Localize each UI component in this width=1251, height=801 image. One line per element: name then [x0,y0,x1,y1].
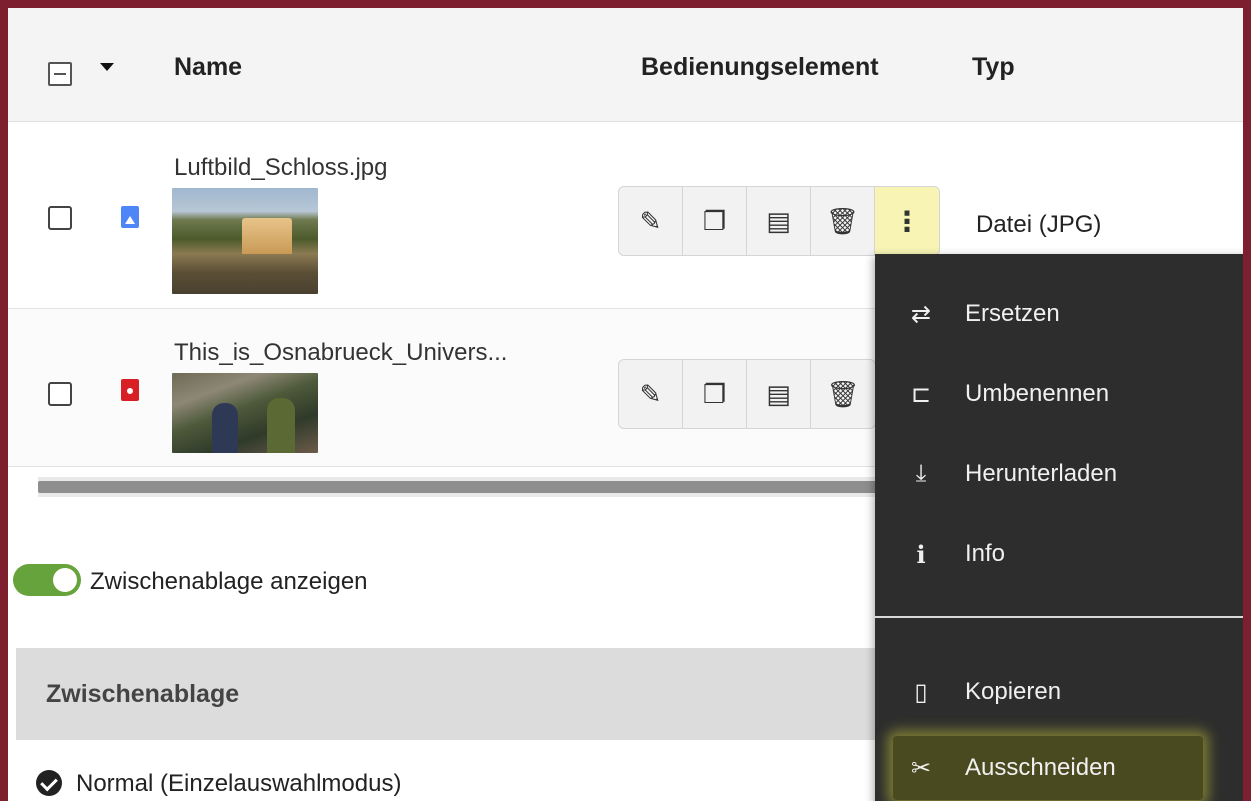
column-header-control: Bedienungselement [641,53,879,81]
menu-item-label: Kopieren [965,678,1062,705]
download-icon: ⤓ [915,460,927,487]
pencil-icon[interactable]: ✎ [619,187,683,255]
menu-divider [875,616,1243,618]
row-checkbox[interactable] [48,206,72,230]
file-name[interactable]: This_is_Osnabrueck_Univers... [174,339,507,367]
menu-item-info[interactable]: i Info [875,522,1243,586]
more-vertical-icon[interactable]: ⋮ [875,187,939,255]
menu-item-copy[interactable]: ▯ Kopieren [875,660,1243,724]
file-thumbnail[interactable] [172,188,318,294]
preview-icon[interactable]: ▤ [747,360,811,428]
table-header: Name Bedienungselement Typ [8,8,1243,122]
menu-item-label: Ausschneiden [965,754,1116,781]
trash-icon[interactable]: 🗑 [811,187,875,255]
menu-item-cut[interactable]: ✂ Ausschneiden [893,736,1203,800]
video-file-icon [121,379,139,401]
action-button-group: ✎ ❐ ▤ 🗑 [618,359,876,429]
menu-item-label: Herunterladen [965,460,1118,487]
replace-icon: ⇄ [910,300,932,328]
check-circle-icon[interactable] [36,770,62,796]
toggle-knob [53,568,77,592]
column-header-name[interactable]: Name [174,53,242,82]
clipboard-toggle[interactable] [13,564,81,596]
action-button-group: ✎ ❐ ▤ 🗑 ⋮ [618,186,940,256]
image-file-icon [121,206,139,228]
menu-item-rename[interactable]: ⊏ Umbenennen [875,362,1243,426]
select-all-checkbox[interactable] [48,62,72,86]
trash-icon[interactable]: 🗑 [811,360,875,428]
file-name[interactable]: Luftbild_Schloss.jpg [174,154,387,182]
copy-text-icon[interactable]: ❐ [683,187,747,255]
column-header-type[interactable]: Typ [972,53,1015,82]
pencil-icon[interactable]: ✎ [619,360,683,428]
info-icon: i [916,539,926,569]
copy-text-icon[interactable]: ❐ [683,360,747,428]
clipboard-mode-label[interactable]: Normal (Einzelauswahlmodus) [76,770,401,798]
rename-icon: ⊏ [910,380,932,408]
file-list-panel: Name Bedienungselement Typ Luftbild_Schl… [0,0,1251,801]
row-checkbox[interactable] [48,382,72,406]
file-type: Datei (JPG) [976,211,1102,238]
preview-icon[interactable]: ▤ [747,187,811,255]
menu-item-replace[interactable]: ⇄ Ersetzen [875,282,1243,346]
file-thumbnail[interactable] [172,373,318,453]
menu-item-download[interactable]: ⤓ Herunterladen [875,442,1243,506]
clipboard-title: Zwischenablage [46,680,240,708]
chevron-down-icon[interactable] [100,63,114,71]
menu-item-label: Ersetzen [965,300,1060,327]
menu-item-label: Umbenennen [965,380,1110,407]
context-menu: ⇄ Ersetzen ⊏ Umbenennen ⤓ Herunterladen … [875,254,1243,801]
menu-item-label: Info [965,540,1006,567]
clipboard-icon: ▯ [914,678,928,706]
scissors-icon: ✂ [910,754,932,782]
clipboard-toggle-label[interactable]: Zwischenablage anzeigen [90,568,368,596]
